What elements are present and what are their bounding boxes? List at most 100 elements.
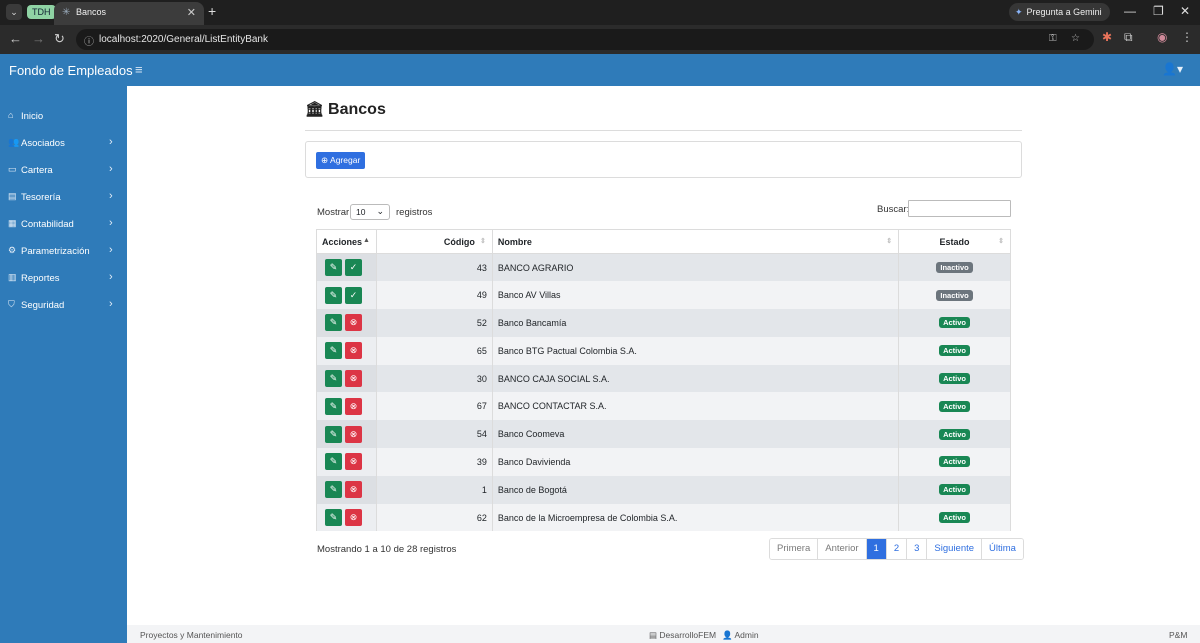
extension-icon[interactable]: ✱	[1102, 30, 1112, 44]
row-actions: ✎ ✓	[316, 281, 377, 310]
deactivate-button[interactable]: ⊗	[345, 425, 362, 443]
page-length-select[interactable]: 10 ⌄	[350, 204, 390, 220]
pagination-page-1[interactable]: 1	[865, 539, 886, 559]
site-info-icon[interactable]: ⓘ	[84, 33, 94, 48]
edit-button[interactable]: ✎	[325, 425, 342, 443]
row-actions: ✎ ⊗	[316, 309, 377, 337]
col-header-estado[interactable]: Estado ⇕	[898, 229, 1011, 254]
gemini-label: Pregunta a Gemini	[1026, 7, 1102, 17]
reload-icon[interactable]: ↻	[54, 31, 65, 47]
col-header-acciones[interactable]: Acciones ▲	[316, 229, 377, 254]
deactivate-button[interactable]: ⊗	[345, 370, 362, 388]
tab-group-chip[interactable]: TDH	[27, 5, 56, 19]
table-info: Mostrando 1 a 10 de 28 registros	[317, 544, 457, 555]
profile-avatar-icon[interactable]: ◉	[1157, 30, 1167, 44]
wallet-icon: ▭	[8, 164, 17, 174]
omnibox[interactable]: ⓘ localhost:2020/General/ListEntityBank …	[76, 29, 1094, 50]
deactivate-button[interactable]: ⊗	[345, 314, 362, 332]
pagination-page-3[interactable]: 3	[906, 539, 927, 559]
deactivate-button[interactable]: ⊗	[345, 397, 362, 415]
cell-status: Activo	[898, 503, 1011, 532]
row-actions: ✎ ⊗	[316, 503, 377, 532]
row-actions: ✎ ⊗	[316, 475, 377, 504]
sidebar-item-cartera[interactable]: ▭ Cartera ›	[0, 161, 127, 181]
minimize-icon[interactable]: —	[1124, 4, 1136, 18]
tab-title: Bancos	[76, 7, 107, 17]
sidebar-item-inicio[interactable]: ⌂ Inicio	[0, 107, 127, 127]
edit-button[interactable]: ✎	[325, 259, 342, 277]
edit-button[interactable]: ✎	[325, 453, 342, 471]
user-menu-icon[interactable]: 👤▾	[1162, 62, 1183, 76]
cell-code: 62	[375, 503, 493, 532]
table-row: ✎ ⊗ 30 BANCO CAJA SOCIAL S.A. Activo	[316, 364, 1011, 393]
footer-right: P&M	[1169, 630, 1188, 640]
edit-button[interactable]: ✎	[325, 314, 342, 332]
cell-status: Activo	[898, 364, 1011, 393]
status-badge: Activo	[939, 456, 971, 468]
sidebar-item-parametrizacion[interactable]: ⚙ Parametrización ›	[0, 242, 127, 262]
activate-button[interactable]: ✓	[345, 259, 362, 277]
extensions-puzzle-icon[interactable]: ⧉	[1124, 30, 1133, 45]
edit-button[interactable]: ✎	[325, 286, 342, 304]
browser-tab[interactable]: ✳ Bancos ✕	[54, 2, 204, 25]
page-length-value: 10	[356, 207, 366, 217]
maximize-icon[interactable]: ❐	[1153, 4, 1164, 18]
col-header-codigo[interactable]: Código ⇕	[375, 229, 493, 254]
brand-title[interactable]: Fondo de Empleados	[9, 63, 133, 78]
row-actions: ✎ ⊗	[316, 336, 377, 365]
status-badge: Activo	[939, 400, 971, 412]
pagination: Primera Anterior 1 2 3 Siguiente Última	[769, 538, 1024, 560]
bookmark-star-icon[interactable]: ☆	[1071, 33, 1080, 44]
pagination-next[interactable]: Siguiente	[926, 539, 982, 559]
table-row: ✎ ✓ 43 BANCO AGRARIO Inactivo	[316, 253, 1011, 282]
col-header-nombre[interactable]: Nombre ⇕	[491, 229, 900, 254]
tab-close-icon[interactable]: ✕	[187, 6, 196, 19]
report-icon: ▥	[8, 272, 17, 282]
activate-button[interactable]: ✓	[345, 286, 362, 304]
pagination-first[interactable]: Primera	[770, 539, 818, 559]
sidebar-item-seguridad[interactable]: ⛉ Seguridad ›	[0, 296, 127, 316]
sidebar-item-contabilidad[interactable]: ▦ Contabilidad ›	[0, 215, 127, 235]
sidebar-item-label: Inicio	[21, 111, 44, 122]
sidebar-item-label: Reportes	[21, 273, 60, 284]
edit-button[interactable]: ✎	[325, 481, 342, 499]
table-row: ✎ ⊗ 67 BANCO CONTACTAR S.A. Activo	[316, 392, 1011, 421]
password-key-icon[interactable]: ⚿	[1049, 33, 1057, 44]
new-tab-icon[interactable]: +	[208, 3, 216, 19]
tab-favicon-icon: ✳	[62, 7, 71, 18]
cell-name: BANCO AGRARIO	[491, 253, 900, 282]
add-button[interactable]: ⊕ Agregar	[316, 152, 366, 169]
edit-button[interactable]: ✎	[325, 509, 342, 527]
search-input[interactable]	[908, 200, 1011, 217]
back-icon[interactable]: ←	[9, 31, 22, 46]
deactivate-button[interactable]: ⊗	[345, 509, 362, 527]
title-divider	[305, 130, 1022, 131]
cell-status: Inactivo	[898, 281, 1011, 310]
sidebar-item-reportes[interactable]: ▥ Reportes ›	[0, 269, 127, 289]
sidebar-toggle-icon[interactable]: ≡	[135, 62, 143, 77]
edit-button[interactable]: ✎	[325, 342, 342, 360]
edit-button[interactable]: ✎	[325, 397, 342, 415]
status-badge: Activo	[939, 317, 971, 329]
table-row: ✎ ⊗ 62 Banco de la Microempresa de Colombia…	[316, 503, 1011, 532]
status-badge: Inactivo	[936, 289, 973, 301]
deactivate-button[interactable]: ⊗	[345, 481, 362, 499]
sidebar-item-asociados[interactable]: 👥 Asociados ›	[0, 134, 127, 154]
pagination-last[interactable]: Última	[981, 539, 1023, 559]
pagination-page-2[interactable]: 2	[885, 539, 907, 559]
cell-name: Banco BTG Pactual Colombia S.A.	[491, 336, 900, 365]
deactivate-button[interactable]: ⊗	[345, 453, 362, 471]
tab-search-icon[interactable]: ⌄	[6, 4, 22, 20]
url-text: localhost:2020/General/ListEntityBank	[99, 34, 268, 45]
sidebar-item-label: Cartera	[21, 165, 53, 176]
gemini-button[interactable]: ✦ Pregunta a Gemini	[1009, 3, 1110, 21]
chevron-right-icon: ›	[109, 271, 113, 283]
deactivate-button[interactable]: ⊗	[345, 342, 362, 360]
sidebar-item-tesoreria[interactable]: ▤ Tesorería ›	[0, 188, 127, 208]
forward-icon[interactable]: →	[32, 31, 45, 46]
browser-menu-icon[interactable]: ⋮	[1181, 30, 1193, 44]
pagination-previous[interactable]: Anterior	[817, 539, 866, 559]
edit-button[interactable]: ✎	[325, 370, 342, 388]
cell-name: BANCO CONTACTAR S.A.	[491, 392, 900, 421]
window-close-icon[interactable]: ✕	[1180, 4, 1190, 18]
